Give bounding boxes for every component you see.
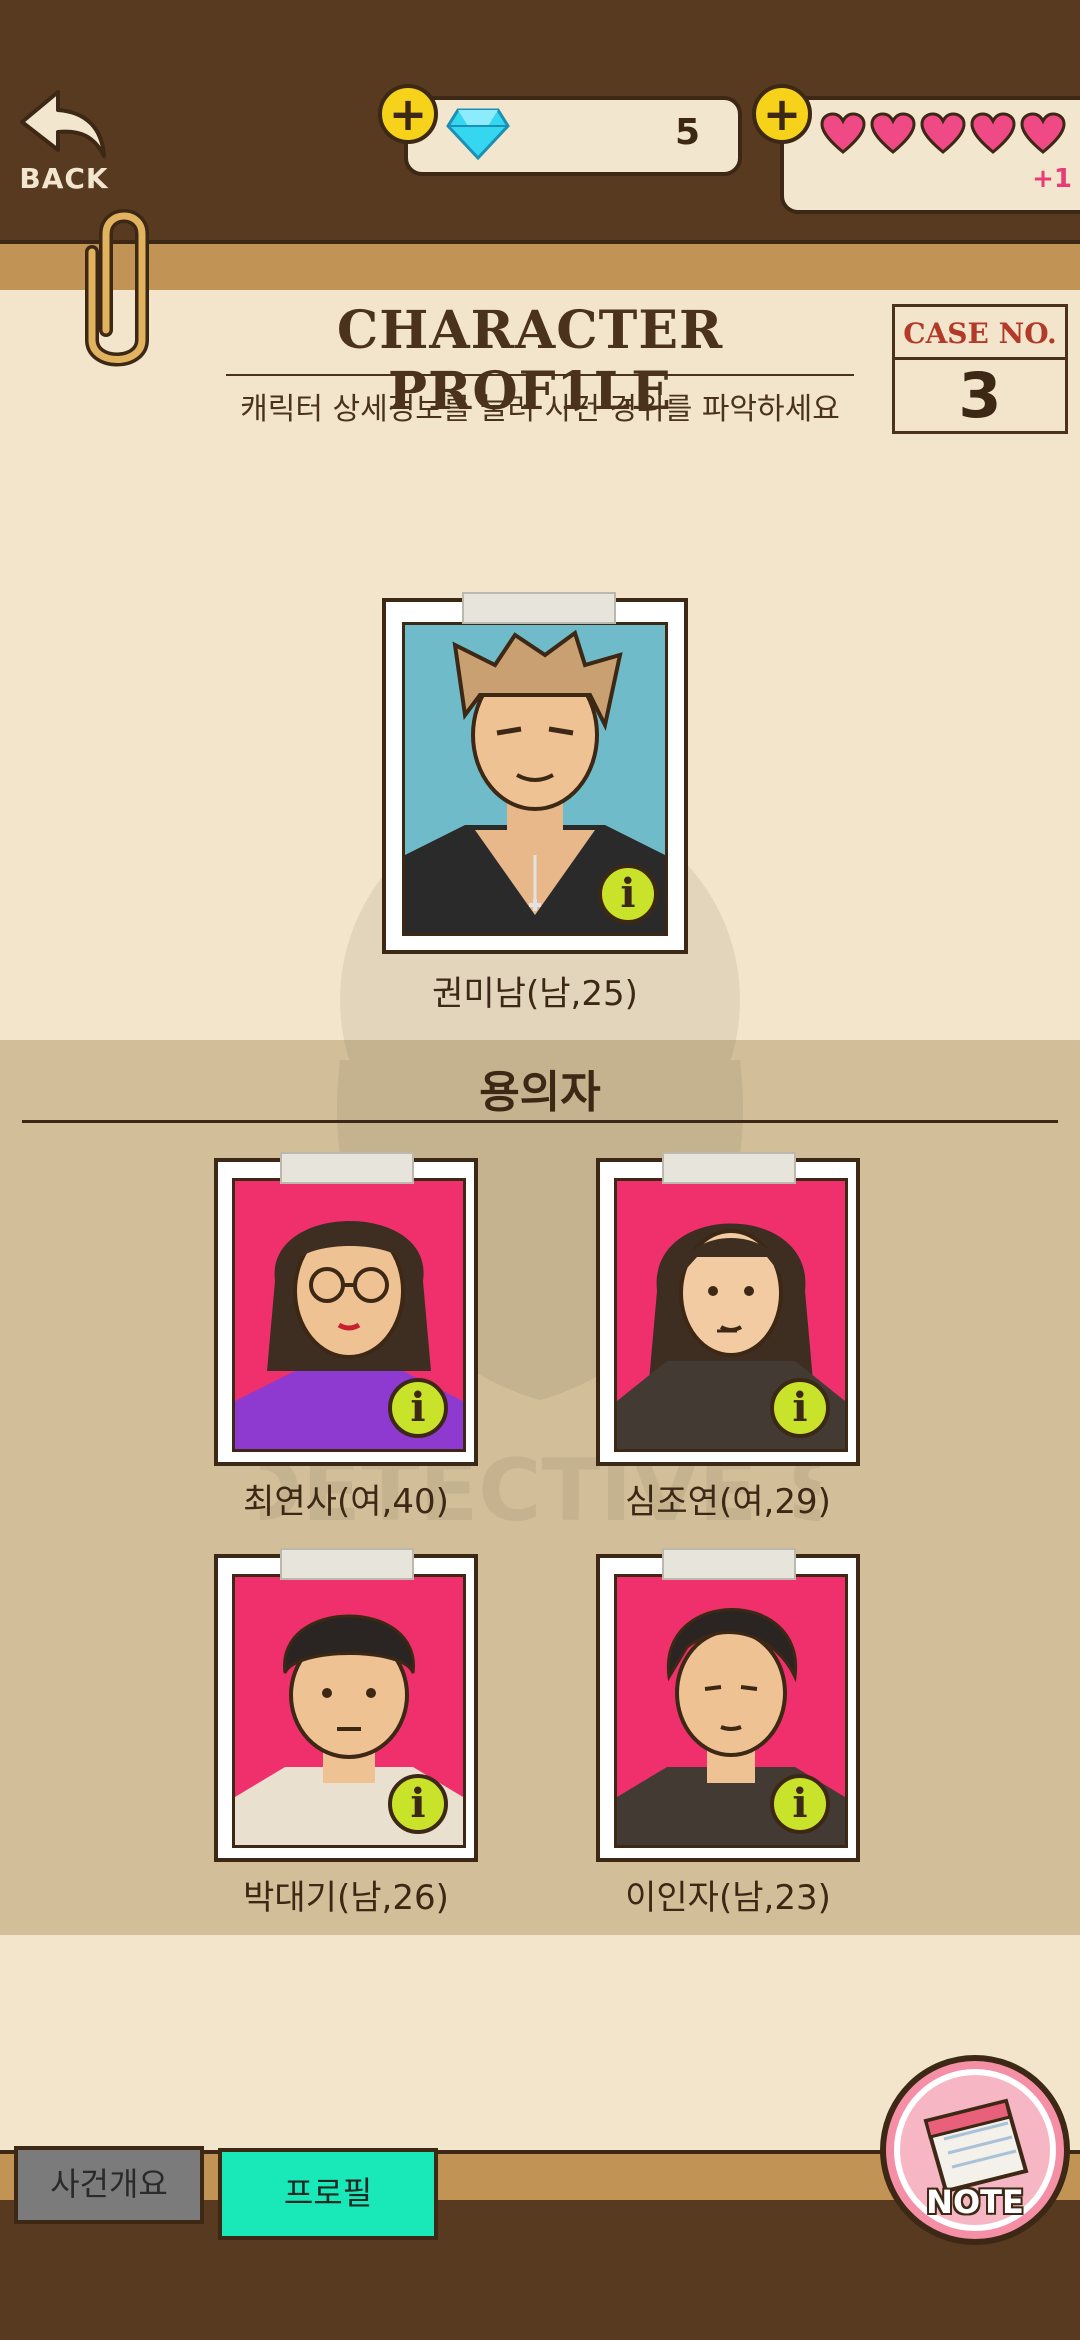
suspect-info-button[interactable]: i [770,1378,830,1438]
back-label: BACK [19,162,109,195]
paperclip-icon [85,209,149,367]
victim-photo-card[interactable]: i [382,592,688,954]
suspect-photo-card[interactable]: i [214,1548,478,1862]
suspect-info-button[interactable]: i [388,1774,448,1834]
heart-counter: +1 [780,96,1080,214]
note-button[interactable]: NOTE [880,2055,1070,2245]
add-gems-button[interactable]: + [378,84,438,144]
suspect-info-button[interactable]: i [770,1774,830,1834]
case-number: 3 [958,359,1002,432]
case-number-box: CASE NO. 3 [892,304,1068,434]
heart-icon [920,112,966,154]
tab-profile[interactable]: 프로필 [218,2148,438,2240]
case-label: CASE NO. [895,311,1065,360]
heart-bonus: +1 [1032,164,1072,194]
tape [280,1152,414,1184]
tab-case-overview[interactable]: 사건개요 [14,2146,204,2224]
plus-icon: + [762,87,802,141]
suspect-photo-card[interactable]: i [596,1548,860,1862]
gem-counter: 5 [404,96,742,176]
suspect-info-button[interactable]: i [388,1378,448,1438]
victim-caption: 권미남(남,25) [432,974,638,1014]
suspect-photo-card[interactable]: i [214,1152,478,1466]
suspects-divider [22,1120,1058,1123]
suspects-title: 용의자 [479,1067,601,1118]
suspect-caption: 박대기(남,26) [243,1878,449,1918]
suspect-caption: 최연사(여,40) [243,1482,449,1522]
page-subtitle: 캐릭터 상세정보를 눌러 사건 경위를 파악하세요 [240,392,840,427]
note-label: NOTE [926,2183,1024,2221]
suspect-photo-card[interactable]: i [596,1152,860,1466]
back-button[interactable]: BACK [14,84,114,195]
victim-info-button[interactable]: i [598,864,658,924]
tape [280,1548,414,1580]
plus-icon: + [388,87,428,141]
suspect-caption: 이인자(남,23) [625,1878,831,1918]
back-arrow-icon [20,90,106,158]
add-hearts-button[interactable]: + [752,84,812,144]
title-divider [226,374,854,376]
heart-icon [970,112,1016,154]
tape [462,592,616,624]
heart-icon [820,112,866,154]
heart-icon [1020,112,1066,154]
heart-icon [870,112,916,154]
tape [662,1152,796,1184]
diamond-icon [446,108,510,160]
tape [662,1548,796,1580]
gem-count: 5 [674,112,700,153]
suspect-caption: 심조연(여,29) [625,1482,831,1522]
